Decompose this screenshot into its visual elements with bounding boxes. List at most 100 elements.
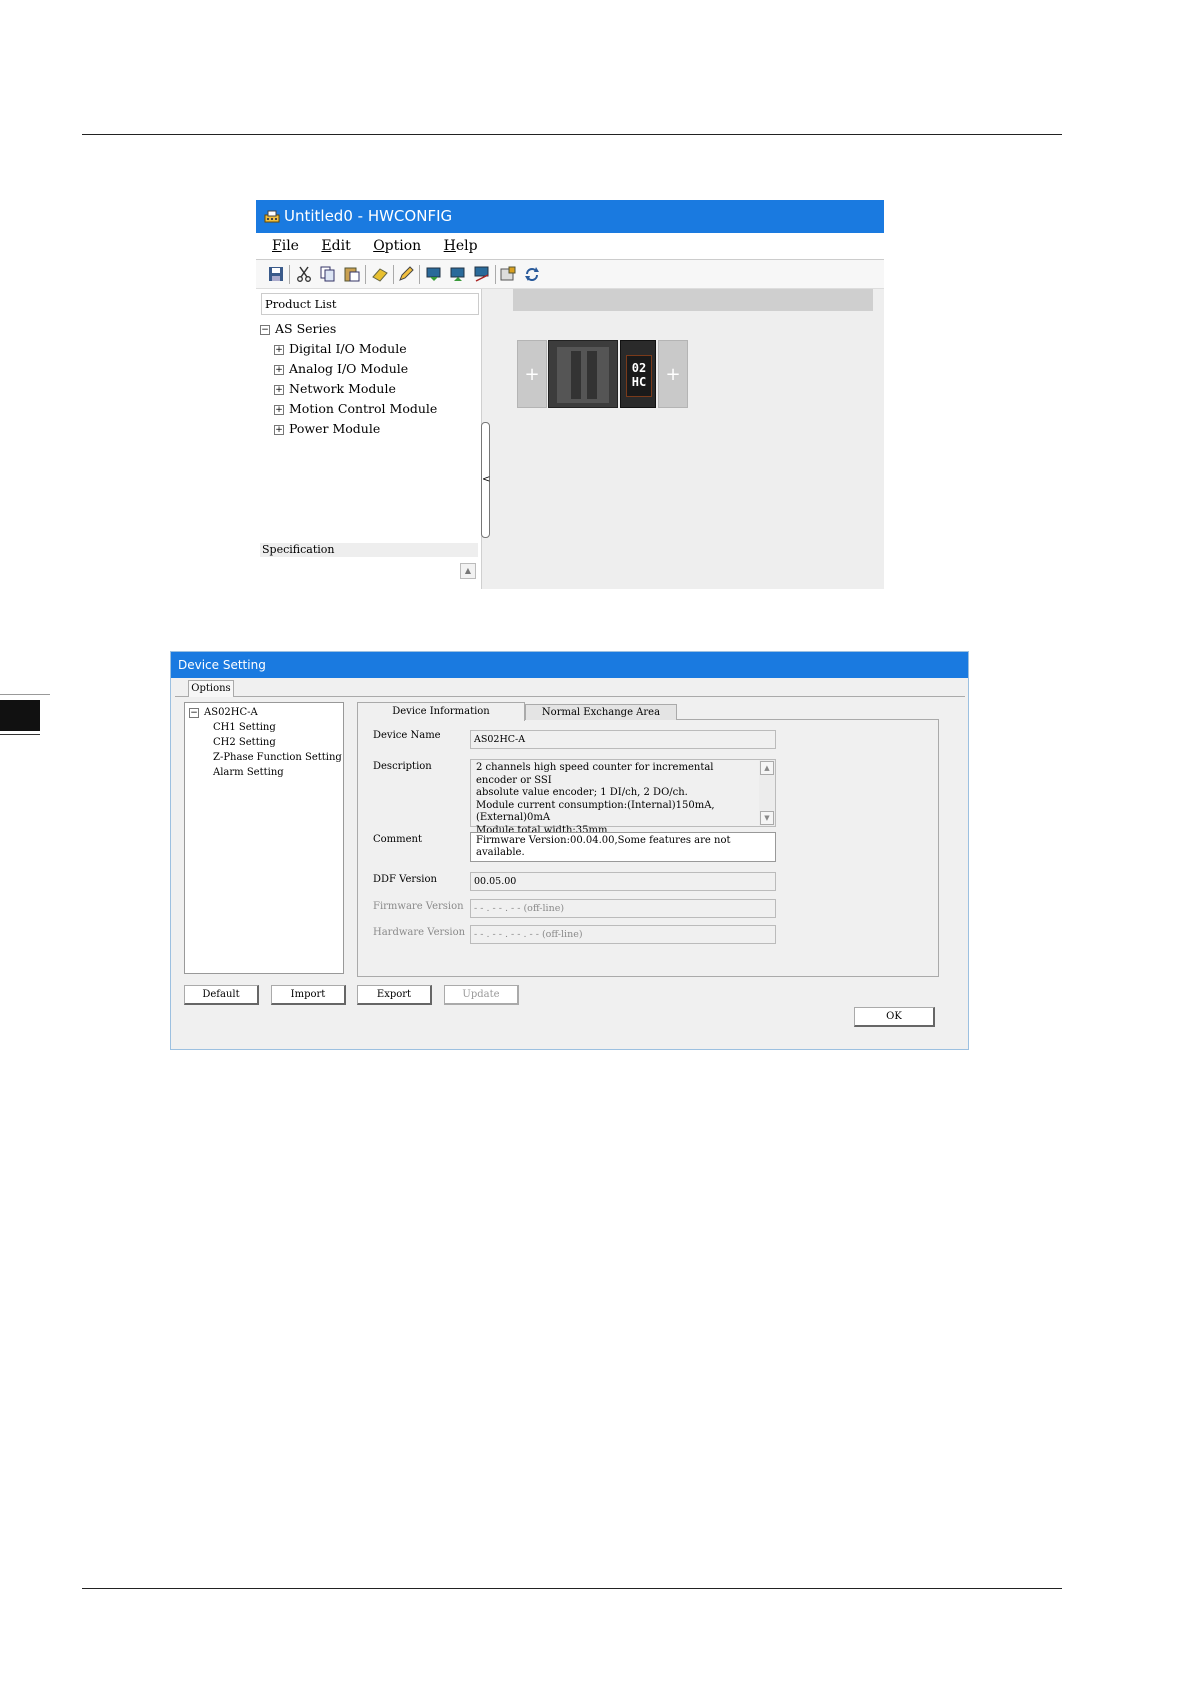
tree-node-as02hc-a[interactable]: − AS02HC-A [185, 705, 343, 720]
update-button[interactable]: Update [444, 985, 519, 1005]
menu-file[interactable]: File [272, 233, 299, 260]
tree-node-label: CH2 Setting [213, 737, 276, 748]
upload-icon[interactable] [426, 266, 442, 282]
pencil-icon[interactable] [398, 266, 414, 282]
ok-button[interactable]: OK [854, 1007, 935, 1027]
scan-icon[interactable] [474, 266, 490, 282]
toolbar-separator [289, 265, 290, 284]
chapter-tab-underline [0, 734, 40, 735]
paste-icon[interactable] [344, 266, 360, 282]
add-slot-left-button[interactable]: + [517, 340, 547, 408]
rack-header-bar [513, 289, 873, 311]
tree-node-digital-io[interactable]: + Digital I/O Module [260, 339, 480, 359]
cpu-module-face [557, 347, 609, 403]
module-display-top: 02 [631, 361, 647, 375]
expand-icon[interactable]: + [274, 404, 284, 415]
tree-node-ch1-setting[interactable]: CH1 Setting [185, 720, 343, 735]
toolbar-separator [419, 265, 420, 284]
tree-node-as-series[interactable]: − AS Series [260, 319, 480, 339]
product-list-pane: Product List − AS Series + Digital I/O Mod… [256, 289, 482, 589]
chapter-tab-line [0, 694, 50, 695]
menu-help[interactable]: Help [444, 233, 478, 260]
description-line: Module current consumption:(Internal)150… [476, 799, 715, 824]
expand-icon[interactable]: + [274, 344, 284, 355]
tree-node-network[interactable]: + Network Module [260, 379, 480, 399]
tree-node-motion-control[interactable]: + Motion Control Module [260, 399, 480, 419]
product-list-header: Product List [261, 293, 479, 315]
tree-node-label: Z-Phase Function Setting [213, 752, 342, 763]
chapter-tab [0, 700, 40, 731]
module-settings-icon[interactable] [500, 266, 516, 282]
download-icon[interactable] [450, 266, 466, 282]
as02hc-module[interactable]: 02 HC [620, 340, 656, 408]
tree-node-power[interactable]: + Power Module [260, 419, 480, 439]
save-icon[interactable] [268, 266, 284, 282]
tab-device-information[interactable]: Device Information [357, 702, 525, 721]
scroll-up-icon[interactable]: ▲ [460, 563, 476, 579]
menu-option[interactable]: Option [373, 233, 421, 260]
expand-icon[interactable]: + [274, 364, 284, 375]
module-display: 02 HC [626, 355, 652, 397]
add-slot-right-button[interactable]: + [658, 340, 688, 408]
copy-icon[interactable] [320, 266, 336, 282]
tab-options[interactable]: Options [188, 680, 234, 697]
collapse-icon[interactable]: − [189, 707, 199, 718]
comment-input[interactable]: Firmware Version:00.04.00,Some features … [470, 832, 776, 862]
title-bar: Untitled0 - HWCONFIG [256, 200, 884, 233]
tree-node-label: AS02HC-A [204, 707, 258, 718]
default-button[interactable]: Default [184, 985, 259, 1005]
expand-icon[interactable]: + [274, 384, 284, 395]
expand-icon[interactable]: + [274, 424, 284, 435]
description-label: Description [373, 761, 432, 772]
hardware-version-field: - - . - - . - - . - - (off-line) [470, 925, 776, 944]
toolbar [256, 260, 884, 289]
footer-rule [82, 1588, 1062, 1589]
tree-node-label: Network Module [289, 381, 396, 396]
ddf-version-label: DDF Version [373, 874, 437, 885]
description-field[interactable]: 2 channels high speed counter for increm… [470, 759, 776, 836]
menu-edit[interactable]: Edit [321, 233, 350, 260]
import-button[interactable]: Import [271, 985, 346, 1005]
hardware-version-label: Hardware Version [373, 927, 466, 938]
device-name-label: Device Name [373, 730, 441, 741]
toolbar-separator [365, 265, 366, 284]
tree-node-label: Digital I/O Module [289, 341, 407, 356]
tree-node-z-phase-setting[interactable]: Z-Phase Function Setting [185, 750, 343, 765]
collapse-icon[interactable]: − [260, 324, 270, 335]
refresh-icon[interactable] [524, 266, 540, 282]
firmware-version-field: - - . - - . - - (off-line) [470, 899, 776, 918]
settings-tree: − AS02HC-A CH1 Setting CH2 Setting Z-Phas… [184, 702, 344, 974]
menu-bar: File Edit Option Help [256, 233, 884, 260]
description-line: 2 channels high speed counter for increm… [476, 762, 714, 786]
cut-icon[interactable] [296, 266, 312, 282]
device-setting-dialog: Device Setting Options − AS02HC-A CH1 Set… [170, 651, 969, 1050]
eraser-icon[interactable] [372, 266, 388, 282]
scroll-up-icon[interactable]: ▲ [760, 761, 774, 775]
toolbar-separator [393, 265, 394, 284]
window-title: Untitled0 - HWCONFIG [284, 207, 453, 225]
tree-node-label: Motion Control Module [289, 401, 438, 416]
export-button[interactable]: Export [357, 985, 432, 1005]
scroll-down-icon[interactable]: ▼ [760, 811, 774, 825]
tree-node-ch2-setting[interactable]: CH2 Setting [185, 735, 343, 750]
tree-node-label: Analog I/O Module [289, 361, 409, 376]
dialog-title: Device Setting [171, 652, 968, 678]
tree-node-label: AS Series [275, 321, 337, 336]
description-line: absolute value encoder; 1 DI/ch, 2 DO/ch… [476, 787, 688, 798]
device-name-field: AS02HC-A [470, 730, 776, 749]
description-scrollbar[interactable]: ▲ ▼ [759, 760, 775, 826]
collapse-pane-handle[interactable]: < [481, 422, 490, 538]
product-tree: − AS Series + Digital I/O Module + Analog I… [260, 319, 480, 439]
tab-normal-exchange-area[interactable]: Normal Exchange Area [525, 704, 677, 720]
hwconfig-app-icon [264, 210, 280, 223]
ddf-version-field: 00.05.00 [470, 872, 776, 891]
tree-node-analog-io[interactable]: + Analog I/O Module [260, 359, 480, 379]
module-display-bottom: HC [631, 375, 647, 389]
cpu-module[interactable] [548, 340, 618, 408]
comment-label: Comment [373, 834, 423, 845]
toolbar-separator [495, 265, 496, 284]
tree-node-alarm-setting[interactable]: Alarm Setting [185, 765, 343, 780]
firmware-version-label: Firmware Version [373, 901, 464, 912]
rack-canvas [482, 289, 884, 589]
tree-node-label: CH1 Setting [213, 722, 276, 733]
